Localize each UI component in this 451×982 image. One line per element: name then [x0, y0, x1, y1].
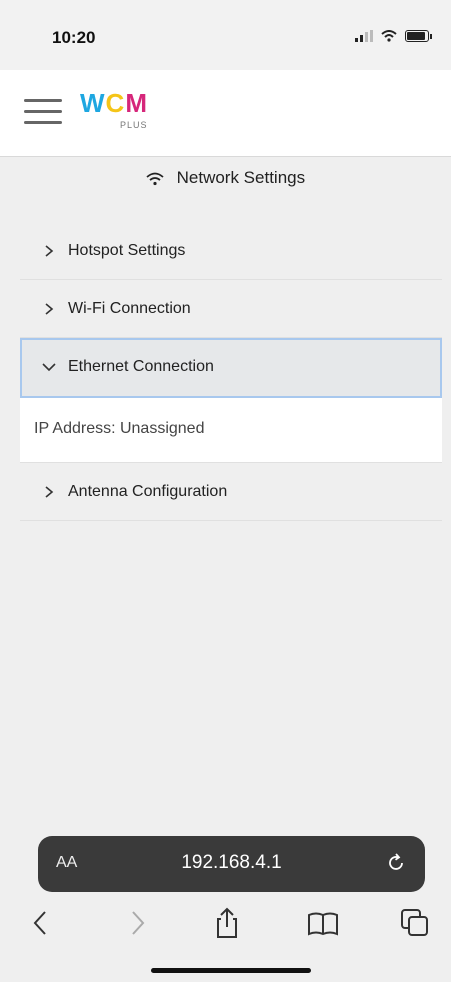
status-time: 10:20	[52, 28, 96, 47]
browser-toolbar	[0, 900, 451, 946]
app-header: WCM PLUS	[0, 70, 451, 157]
chevron-down-icon	[42, 363, 56, 372]
chevron-right-icon	[45, 245, 54, 257]
status-bar: 10:20	[0, 0, 451, 70]
accordion-item-wifi-connection[interactable]: Wi-Fi Connection	[20, 280, 442, 338]
page-title-text: Network Settings	[176, 168, 306, 187]
accordion-label: Hotspot Settings	[68, 242, 186, 259]
accordion-item-hotspot-settings[interactable]: Hotspot Settings	[20, 222, 442, 280]
browser-address-bar[interactable]: AA 192.168.4.1	[38, 836, 425, 892]
accordion-label: Ethernet Connection	[68, 358, 214, 375]
logo: WCM PLUS	[80, 88, 170, 138]
chevron-right-icon	[45, 486, 54, 498]
reload-icon[interactable]	[385, 852, 407, 874]
accordion-item-antenna-configuration[interactable]: Antenna Configuration	[20, 463, 442, 521]
page-title: Network Settings	[0, 168, 451, 188]
settings-accordion: Hotspot Settings Wi-Fi Connection Ethern…	[20, 222, 442, 521]
home-indicator	[151, 968, 311, 973]
chevron-right-icon	[45, 303, 54, 315]
accordion-label: Antenna Configuration	[68, 483, 228, 500]
status-icons	[355, 30, 432, 42]
back-icon[interactable]	[24, 906, 58, 940]
share-icon[interactable]	[210, 906, 244, 940]
menu-icon[interactable]	[24, 96, 62, 128]
ethernet-connection-panel: IP Address: Unassigned	[20, 398, 442, 463]
bookmarks-icon[interactable]	[306, 906, 340, 940]
cellular-signal-icon	[355, 30, 373, 42]
logo-subtext: PLUS	[120, 120, 148, 130]
battery-icon	[405, 30, 432, 42]
forward-icon[interactable]	[120, 906, 154, 940]
wifi-status-icon	[381, 30, 397, 42]
wifi-icon	[146, 172, 164, 185]
tabs-icon[interactable]	[398, 906, 432, 940]
ip-address-text: IP Address: Unassigned	[34, 420, 205, 437]
logo-text: WCM	[80, 88, 148, 118]
accordion-item-ethernet-connection[interactable]: Ethernet Connection	[20, 338, 442, 398]
accordion-label: Wi-Fi Connection	[68, 300, 191, 317]
url-text[interactable]: 192.168.4.1	[38, 852, 425, 874]
